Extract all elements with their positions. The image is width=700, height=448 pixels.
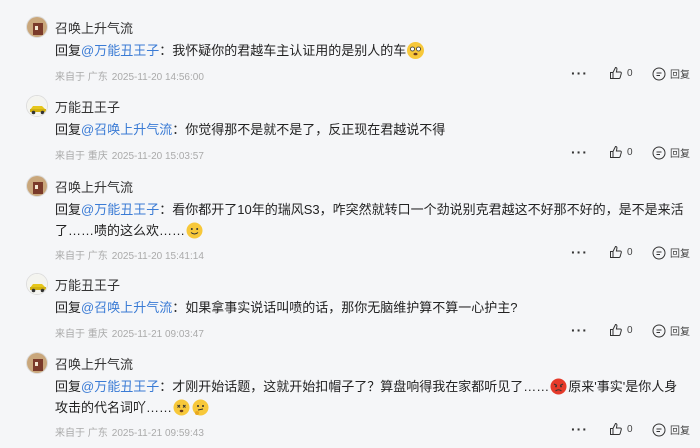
mention-link[interactable]: @万能丑王子 (81, 43, 159, 58)
username[interactable]: 召唤上升气流 (55, 354, 133, 373)
reply-button[interactable]: 回复 (652, 422, 690, 437)
username[interactable]: 万能丑王子 (55, 275, 120, 294)
reply-label: 回复 (670, 249, 690, 260)
reply-bubble-icon (652, 146, 666, 159)
more-icon[interactable]: ··· (571, 144, 588, 160)
thinking-emoji-icon (192, 399, 209, 416)
avatar[interactable] (26, 16, 48, 38)
reply-bubble-icon (652, 324, 666, 337)
avatar[interactable] (26, 175, 48, 197)
thumbs-up-icon (610, 422, 622, 435)
like-count: 0 (627, 67, 633, 79)
like-button[interactable]: 0 (609, 323, 633, 337)
previous-comment-actions: ··· (0, 0, 700, 6)
reply-bubble-icon (652, 423, 666, 436)
comment-text: 回复@召唤上升气流：你觉得那不是就不是了，反正现在君越说不得 (55, 122, 446, 137)
comment-meta: 来自于 广东 2025-11-20 14:56:00 (55, 72, 204, 83)
comment-meta: 来自于 重庆 2025-11-21 09:03:47 (55, 329, 204, 340)
mention-link[interactable]: @召唤上升气流 (81, 300, 172, 315)
thumbs-up-icon (610, 145, 622, 158)
reply-button[interactable]: 回复 (652, 323, 690, 338)
like-button[interactable]: 0 (609, 145, 633, 159)
reply-label: 回复 (670, 149, 690, 160)
comment-text: 回复@万能丑王子：我怀疑你的君越车主认证用的是别人的车 (55, 40, 690, 61)
more-icon[interactable]: ··· (571, 244, 588, 260)
reply-label: 回复 (670, 70, 690, 81)
dizzy-emoji-icon (173, 399, 190, 416)
comment-meta: 来自于 广东 2025-11-20 15:41:14 (55, 251, 204, 262)
more-icon[interactable]: ··· (571, 322, 588, 338)
reply-button[interactable]: 回复 (652, 145, 690, 160)
like-button[interactable]: 0 (609, 245, 633, 259)
reply-button[interactable]: 回复 (652, 245, 690, 260)
mention-link[interactable]: @万能丑王子 (81, 202, 159, 217)
reply-label: 回复 (670, 426, 690, 437)
like-button[interactable]: 0 (609, 422, 633, 436)
like-button[interactable]: 0 (609, 66, 633, 80)
smile-emoji-icon (186, 222, 203, 239)
avatar[interactable] (26, 273, 48, 295)
thumbs-up-icon (610, 66, 622, 79)
like-count: 0 (627, 146, 633, 158)
avatar[interactable] (26, 95, 48, 117)
thumbs-up-icon (610, 245, 622, 258)
angry-emoji-icon (550, 378, 567, 395)
comment-text: 回复@万能丑王子：才刚开始话题，这就开始扣帽子了？算盘响得我在家都听见了…… 原来… (55, 378, 678, 416)
mention-link[interactable]: @召唤上升气流 (81, 122, 172, 137)
like-count: 0 (627, 423, 633, 435)
like-count: 0 (627, 246, 633, 258)
more-icon[interactable]: ··· (570, 0, 587, 6)
more-icon[interactable]: ··· (571, 421, 588, 437)
reply-button[interactable]: 回复 (652, 66, 690, 81)
reply-bubble-icon (652, 246, 666, 259)
comment-meta: 来自于 广东 2025-11-21 09:59:43 (55, 428, 204, 439)
username[interactable]: 万能丑王子 (55, 97, 120, 116)
like-count: 0 (627, 324, 633, 336)
avatar[interactable] (26, 352, 48, 374)
reply-label: 回复 (670, 327, 690, 338)
username[interactable]: 召唤上升气流 (55, 177, 133, 196)
thumbs-up-icon (610, 323, 622, 336)
shocked-emoji-icon (407, 42, 425, 59)
comment-text: 回复@召唤上升气流：如果拿事实说话叫喷的话，那你无脑维护算不算一心护主? (55, 300, 518, 315)
username[interactable]: 召唤上升气流 (55, 18, 133, 37)
comment-meta: 来自于 重庆 2025-11-20 15:03:57 (55, 151, 204, 162)
mention-link[interactable]: @万能丑王子 (81, 379, 159, 394)
comment-text: 回复@万能丑王子：看你都开了10年的瑞风S3，咋突然就转口一个劲说别克君越这不好… (55, 202, 684, 239)
reply-bubble-icon (652, 67, 666, 80)
more-icon[interactable]: ··· (571, 65, 588, 81)
